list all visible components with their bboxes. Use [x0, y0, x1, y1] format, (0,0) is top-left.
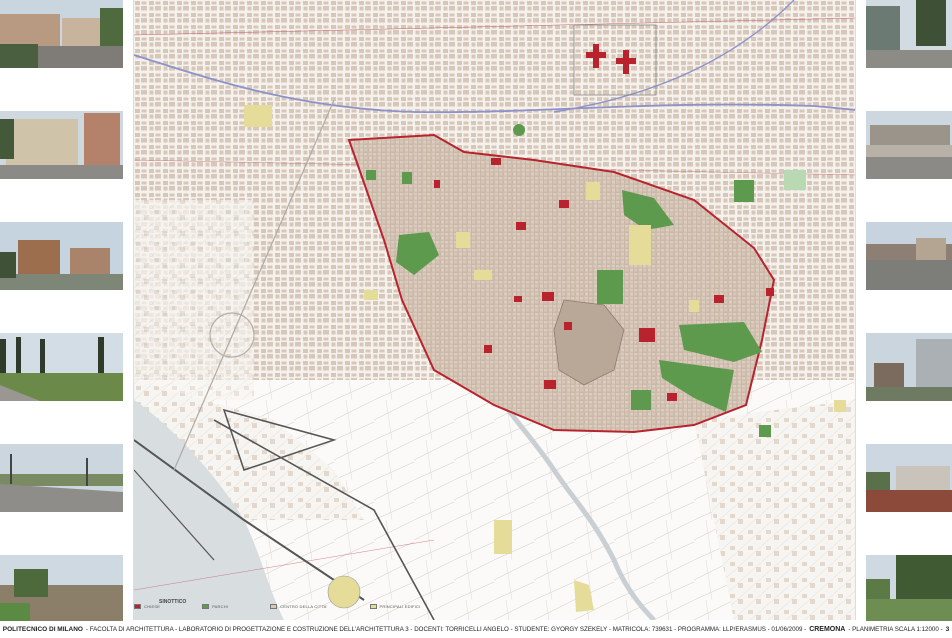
- city-name: CREMONA: [809, 626, 846, 633]
- legend-item-key-buildings: PRINCIPALI EDIFICI: [369, 604, 421, 609]
- legend-label: CENTRO DELLA CITTA': [280, 604, 328, 609]
- photo-industrial-building: [866, 0, 952, 68]
- city-map-drawing: SINOTTICO: [134, 0, 855, 620]
- institution-name: POLITECNICO DI MILANO: [2, 626, 83, 633]
- photo-apartment-blocks: [866, 444, 952, 512]
- legend-swatch: [270, 604, 278, 609]
- page-number: 3: [945, 626, 950, 633]
- plan-scale: - PLANIMETRIA SCALA 1:12000 -: [848, 626, 943, 633]
- photo-road-and-fields: [0, 444, 123, 512]
- right-photo-strip: [866, 0, 952, 623]
- city-map: SINOTTICO CHIESE PARCHI CENTRO DELLA CIT…: [133, 0, 856, 620]
- photo-trees-and-field: [0, 333, 123, 401]
- legend-swatch: [369, 604, 377, 609]
- photo-town-road: [866, 222, 952, 290]
- legend-item-city-centre: CENTRO DELLA CITTA': [270, 604, 327, 609]
- title-footer: POLITECNICO DI MILANO - FACOLTA DI ARCHI…: [0, 621, 952, 638]
- photo-brick-villa: [0, 222, 123, 290]
- legend-label: PARCHI: [212, 604, 229, 609]
- legend-swatch: [202, 604, 210, 609]
- photo-modern-building: [866, 333, 952, 401]
- legend-item-churches: CHIESE: [134, 604, 160, 609]
- project-details: - FACOLTA DI ARCHITETTURA - LABORATORIO …: [85, 626, 807, 633]
- left-photo-strip: [0, 0, 123, 623]
- legend-label: PRINCIPALI EDIFICI: [379, 604, 421, 609]
- photo-low-buildings: [866, 111, 952, 179]
- legend-label: CHIESE: [144, 604, 161, 609]
- map-legend: CHIESE PARCHI CENTRO DELLA CITTA' PRINCI…: [134, 604, 420, 609]
- photo-residential-building: [0, 111, 123, 179]
- photo-rural-field: [0, 555, 123, 623]
- legend-swatch: [134, 604, 141, 609]
- photo-park-with-trees: [866, 555, 952, 623]
- legend-item-parks: PARCHI: [202, 604, 228, 609]
- photo-street-with-buildings: [0, 0, 123, 68]
